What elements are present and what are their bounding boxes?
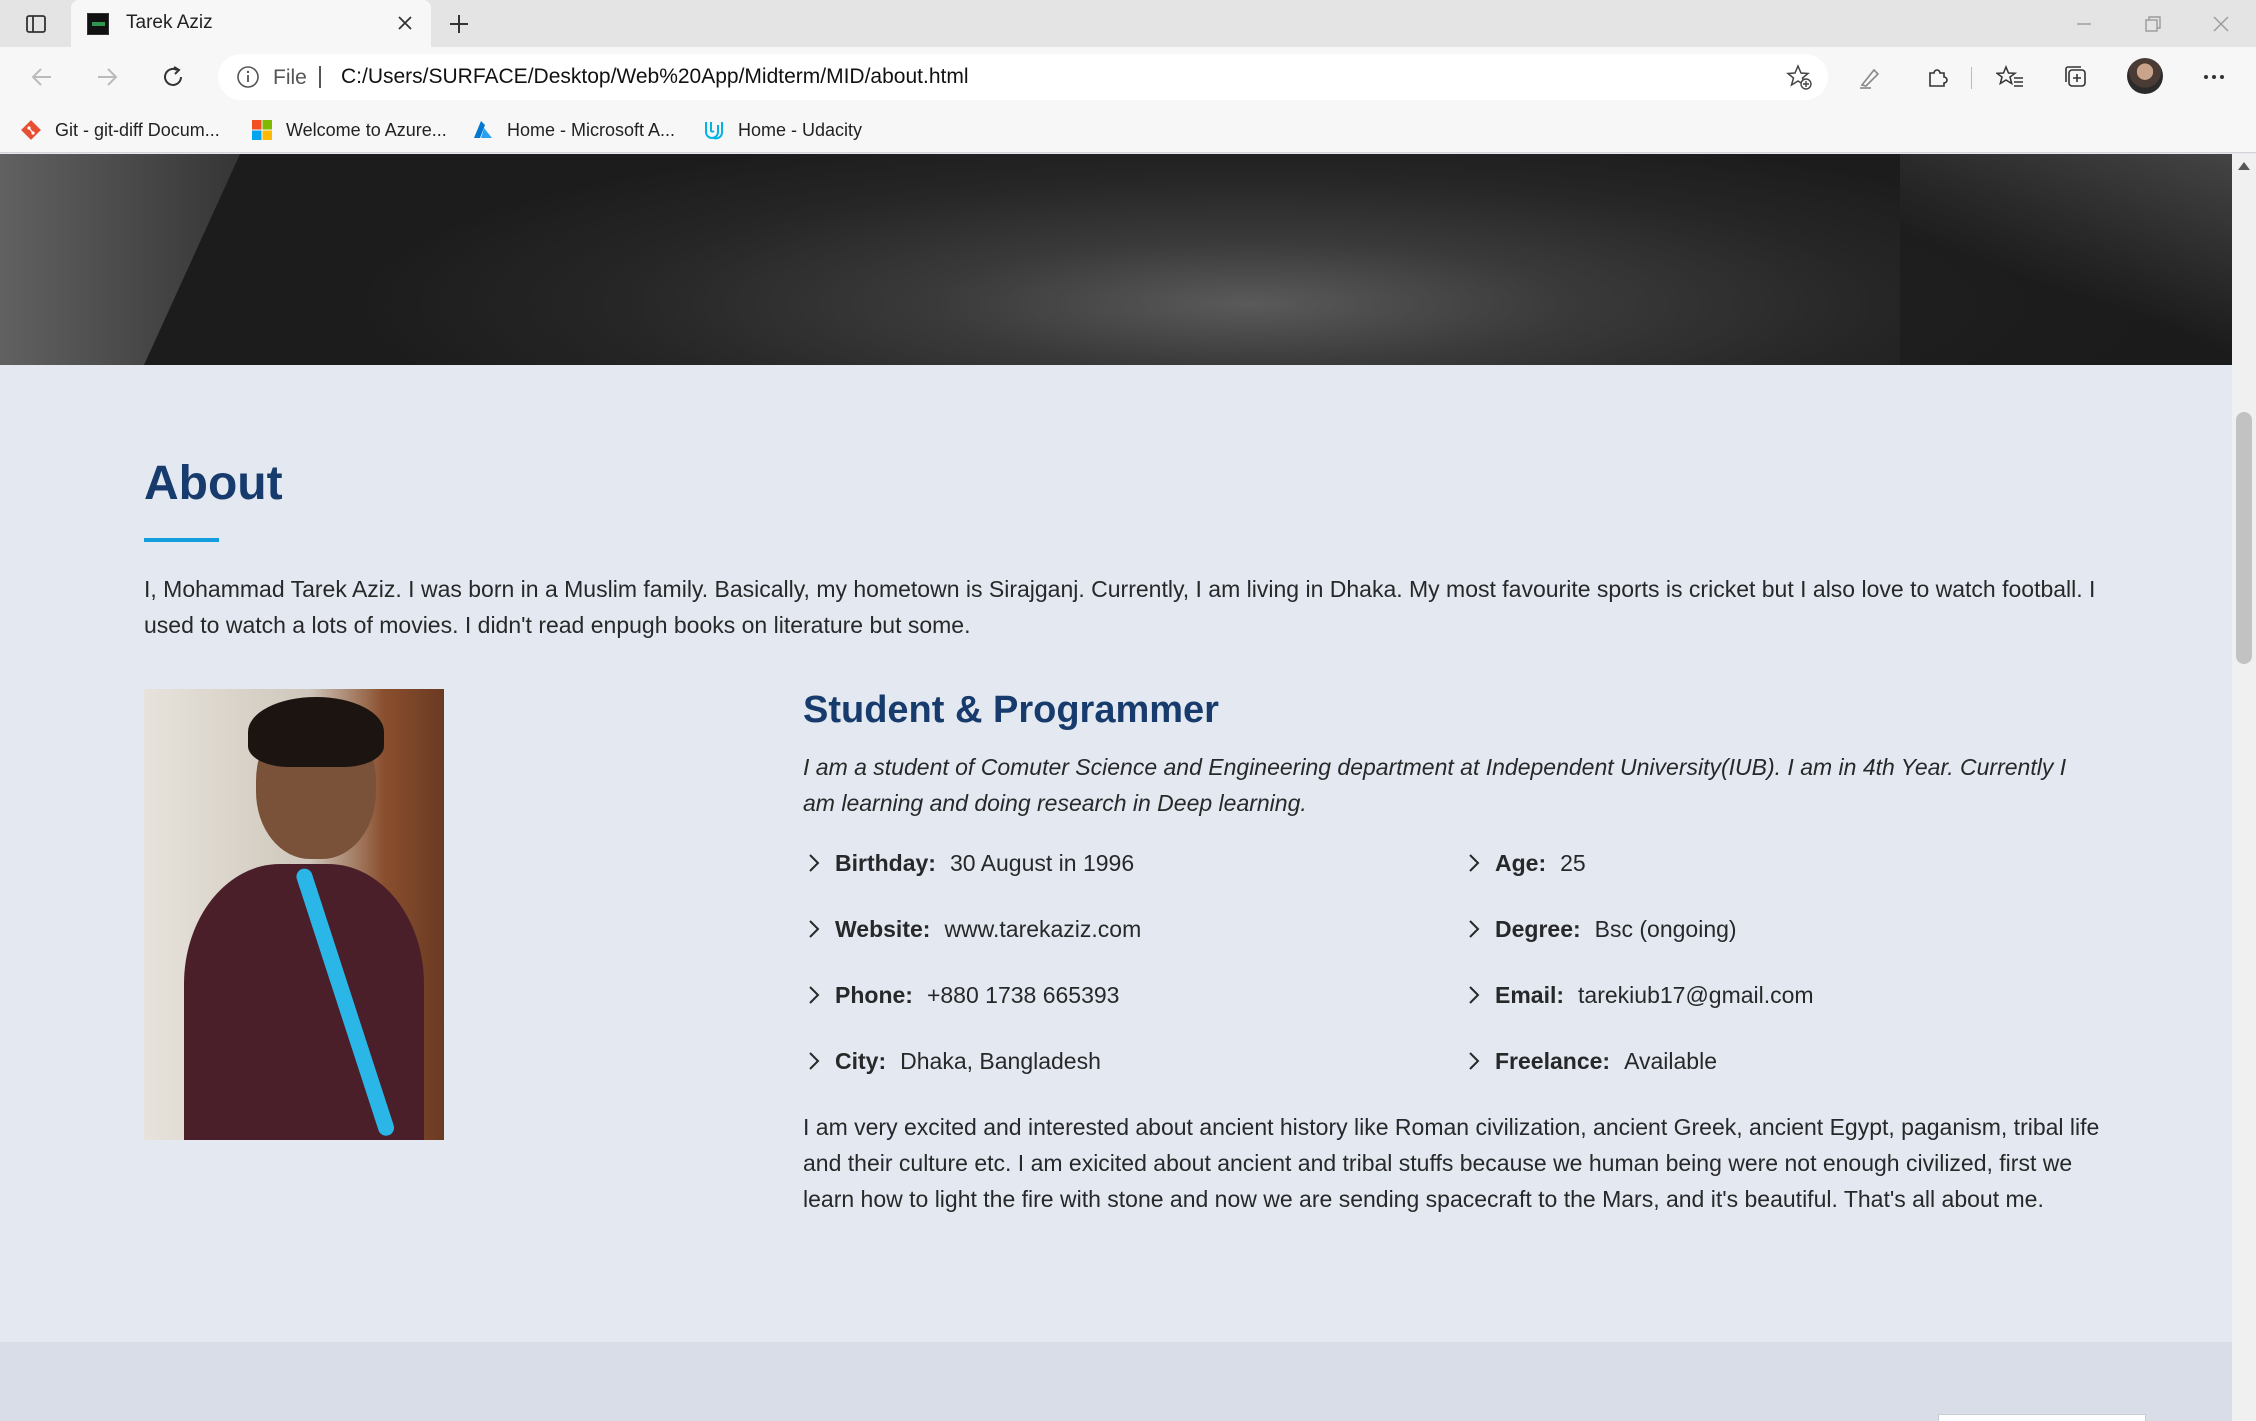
fact-value: Bsc (ongoing): [1594, 915, 1737, 942]
about-heading: About: [144, 457, 283, 510]
fact-label: Email:: [1495, 981, 1565, 1008]
fact-value: 30 August in 1996: [949, 849, 1135, 876]
fact-birthday: Birthday: 30 August in 1996: [803, 845, 1134, 881]
address-bar[interactable]: File C:/Users/SURFACE/Desktop/Web%20App/…: [218, 54, 1828, 100]
bookmark-git-diff[interactable]: Git - git-diff Docum...: [20, 117, 220, 143]
forward-arrow-icon[interactable]: [89, 59, 125, 95]
next-section: [0, 1342, 2232, 1421]
microsoft-icon: [251, 119, 273, 141]
fact-value: +880 1738 665393: [926, 981, 1120, 1008]
fact-city: City: Dhaka, Bangladesh: [803, 1043, 1101, 1079]
favorites-icon[interactable]: [1992, 59, 2028, 95]
address-scheme-label: File: [273, 66, 307, 89]
bookmarks-bar: Git - git-diff Docum... Welcome to Azure…: [0, 107, 2256, 153]
chevron-right-icon: [1469, 1052, 1480, 1070]
fact-value: Dhaka, Bangladesh: [900, 1047, 1101, 1074]
back-arrow-icon[interactable]: [24, 59, 60, 95]
minimize-icon[interactable]: [2066, 6, 2102, 42]
tab-title: Tarek Aziz: [126, 12, 213, 33]
fact-email: Email: tarekiub17@gmail.com: [1463, 977, 1814, 1013]
hero-background-image: [0, 154, 2232, 365]
close-window-icon[interactable]: [2203, 6, 2239, 42]
new-tab-button[interactable]: [443, 8, 475, 40]
fact-value: Available: [1624, 1047, 1717, 1074]
bookmark-azure-welcome[interactable]: Welcome to Azure...: [251, 117, 447, 143]
bookmark-microsoft-home[interactable]: Home - Microsoft A...: [472, 117, 675, 143]
extensions-icon[interactable]: [1919, 59, 1955, 95]
about-intro-text: I, Mohammad Tarek Aziz. I was born in a …: [144, 576, 2096, 638]
refresh-icon[interactable]: [155, 59, 191, 95]
bookmark-label: Welcome to Azure...: [286, 119, 447, 140]
close-tab-icon[interactable]: [393, 11, 417, 35]
restore-icon[interactable]: [2135, 6, 2171, 42]
browser-tab[interactable]: Tarek Aziz: [71, 0, 431, 47]
read-aloud-icon[interactable]: [1852, 59, 1888, 95]
fact-label: Phone:: [835, 981, 913, 1008]
info-icon[interactable]: [236, 65, 260, 89]
toolbar-divider: [1971, 67, 1972, 89]
profile-photo: [144, 689, 444, 1140]
bookmark-label: Home - Microsoft A...: [507, 119, 676, 140]
fact-age: Age: 25: [1463, 845, 1586, 881]
scroll-up-arrow-icon[interactable]: [2238, 162, 2250, 170]
role-description: I am a student of Comuter Science and En…: [803, 754, 2067, 816]
heading-underline: [144, 538, 219, 542]
chevron-right-icon: [1469, 986, 1480, 1004]
profile-avatar[interactable]: [2127, 58, 2163, 94]
chevron-right-icon: [809, 986, 820, 1004]
tab-bar: Tarek Aziz: [0, 0, 2256, 47]
address-divider: [319, 66, 321, 88]
bookmark-udacity[interactable]: Home - Udacity: [703, 117, 862, 143]
fact-label: Website:: [835, 915, 931, 942]
fact-label: City:: [835, 1047, 887, 1074]
fact-label: Freelance:: [1495, 1047, 1611, 1074]
site-favicon-icon: [87, 13, 109, 35]
page-viewport: About I, Mohammad Tarek Aziz. I was born…: [0, 154, 2232, 1421]
fact-value: www.tarekaziz.com: [944, 915, 1142, 942]
fact-label: Birthday:: [835, 849, 936, 876]
vertical-scrollbar[interactable]: [2232, 154, 2256, 1421]
udacity-icon: [703, 119, 725, 141]
next-section-button[interactable]: [1938, 1414, 2146, 1421]
fact-label: Age:: [1495, 849, 1547, 876]
collections-icon[interactable]: [2058, 59, 2094, 95]
fact-website: Website: www.tarekaziz.com: [803, 911, 1141, 947]
azure-icon: [472, 119, 494, 141]
chevron-right-icon: [1469, 854, 1480, 872]
chevron-right-icon: [809, 854, 820, 872]
more-options-icon[interactable]: [2196, 59, 2232, 95]
chevron-right-icon: [809, 920, 820, 938]
about-story-text: I am very excited and interested about a…: [803, 1114, 2100, 1212]
address-url[interactable]: C:/Users/SURFACE/Desktop/Web%20App/Midte…: [341, 65, 969, 89]
browser-toolbar: File C:/Users/SURFACE/Desktop/Web%20App/…: [0, 47, 2256, 107]
fact-value: tarekiub17@gmail.com: [1578, 981, 1814, 1008]
chevron-right-icon: [809, 1052, 820, 1070]
scrollbar-thumb[interactable]: [2236, 412, 2252, 664]
bookmark-label: Home - Udacity: [738, 119, 863, 140]
fact-freelance: Freelance: Available: [1463, 1043, 1717, 1079]
tab-actions-icon[interactable]: [20, 10, 52, 38]
fact-phone: Phone: +880 1738 665393: [803, 977, 1119, 1013]
fact-value: 25: [1560, 849, 1586, 876]
add-favorite-icon[interactable]: [1786, 64, 1812, 90]
bookmark-label: Git - git-diff Docum...: [55, 119, 220, 140]
git-icon: [20, 119, 42, 141]
chevron-right-icon: [1469, 920, 1480, 938]
role-title: Student & Programmer: [803, 689, 1219, 731]
fact-degree: Degree: Bsc (ongoing): [1463, 911, 1737, 947]
fact-label: Degree:: [1495, 915, 1581, 942]
